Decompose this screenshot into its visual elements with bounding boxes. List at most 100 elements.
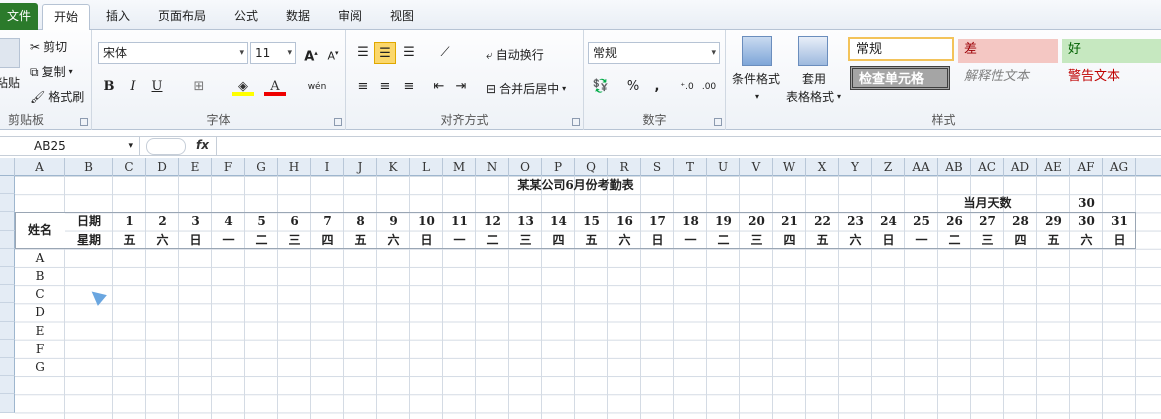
sheet-title[interactable]: 某某公司6月份考勤表 [15,176,1136,194]
column-header[interactable]: S [641,158,674,176]
percent-button[interactable]: % [622,76,644,98]
comma-button[interactable]: , [646,76,668,98]
date-cell[interactable]: 11 [443,212,476,230]
row-header[interactable] [0,303,15,322]
weekday-cell[interactable]: 日 [410,231,443,249]
weekday-label[interactable]: 星期 [65,231,113,249]
decrease-indent-icon[interactable]: ⇤ [428,76,450,98]
fill-color-icon[interactable]: ◈ [232,76,254,96]
font-color-button[interactable]: A [264,76,286,96]
weekday-cell[interactable]: 四 [311,231,344,249]
align-right-icon[interactable]: ≡ [398,76,420,98]
date-cell[interactable]: 5 [245,212,278,230]
weekday-cell[interactable]: 二 [245,231,278,249]
column-header[interactable]: W [773,158,806,176]
row-header[interactable] [0,321,15,340]
column-header[interactable]: AE [1037,158,1070,176]
phonetic-icon[interactable]: wén [306,76,328,98]
date-cell[interactable]: 9 [377,212,410,230]
grow-font-icon[interactable]: A▴ [300,42,322,64]
weekday-cell[interactable]: 日 [179,231,212,249]
style-warning[interactable]: 警告文本 [1062,66,1161,90]
orientation-icon[interactable]: ⟋ [434,42,456,64]
weekday-cell[interactable]: 五 [344,231,377,249]
weekday-cell[interactable]: 三 [971,231,1004,249]
column-header[interactable]: R [608,158,641,176]
style-normal[interactable]: 常规 [848,37,954,61]
date-cell[interactable]: 14 [542,212,575,230]
weekday-cell[interactable]: 六 [146,231,179,249]
weekday-cell[interactable]: 一 [212,231,245,249]
column-header[interactable]: K [377,158,410,176]
column-header[interactable]: AB [938,158,971,176]
column-header[interactable]: Z [872,158,905,176]
row-header[interactable] [0,285,15,304]
formula-input[interactable] [216,137,1161,156]
row-header[interactable] [0,394,15,413]
date-cell[interactable]: 17 [641,212,674,230]
row-header[interactable] [0,194,15,213]
merge-center-button[interactable]: ⊟ 合并后居中 ▾ [486,80,566,97]
date-cell[interactable]: 21 [773,212,806,230]
weekday-cell[interactable]: 六 [608,231,641,249]
tab-home[interactable]: 开始 [42,4,90,31]
date-cell[interactable]: 18 [674,212,707,230]
date-cell[interactable]: 8 [344,212,377,230]
employee-name-cell[interactable]: C [15,285,65,303]
shrink-font-icon[interactable]: A▾ [322,42,344,64]
wrap-text-button[interactable]: ⤶ 自动换行 [486,46,544,63]
tab-data[interactable]: 数据 [278,4,318,30]
column-header[interactable]: A [15,158,65,176]
weekday-cell[interactable]: 一 [443,231,476,249]
date-cell[interactable]: 22 [806,212,839,230]
date-cell[interactable]: 1 [113,212,146,230]
column-header[interactable]: N [476,158,509,176]
employee-name-cell[interactable]: F [15,340,65,358]
weekday-cell[interactable]: 五 [575,231,608,249]
align-left-icon[interactable]: ≡ [352,76,374,98]
weekday-cell[interactable]: 日 [872,231,905,249]
date-cell[interactable]: 4 [212,212,245,230]
bold-button[interactable]: B [98,76,120,98]
column-header[interactable]: D [146,158,179,176]
weekday-cell[interactable]: 四 [773,231,806,249]
copy-button[interactable]: ⧉ 复制 ▾ [30,63,73,80]
column-header[interactable]: X [806,158,839,176]
column-header[interactable]: J [344,158,377,176]
weekday-cell[interactable]: 一 [674,231,707,249]
increase-decimal-icon[interactable]: ⁺.0 [676,76,698,98]
select-all-corner[interactable] [0,158,15,176]
weekday-cell[interactable]: 六 [1070,231,1103,249]
name-header[interactable]: 姓名 [15,212,65,249]
weekday-cell[interactable]: 二 [476,231,509,249]
name-box[interactable]: AB25 ▾ [0,137,140,156]
employee-name-cell[interactable]: A [15,249,65,267]
date-cell[interactable]: 31 [1103,212,1136,230]
column-header[interactable]: Q [575,158,608,176]
column-header[interactable]: T [674,158,707,176]
date-cell[interactable]: 7 [311,212,344,230]
column-header[interactable]: M [443,158,476,176]
weekday-cell[interactable]: 六 [839,231,872,249]
employee-name-cell[interactable]: G [15,358,65,376]
insert-function-button[interactable]: fx [196,138,209,152]
column-header[interactable]: I [311,158,344,176]
row-header[interactable] [0,176,15,195]
date-cell[interactable]: 15 [575,212,608,230]
weekday-cell[interactable]: 日 [1103,231,1136,249]
column-header[interactable]: Y [839,158,872,176]
cut-button[interactable]: ✂ 剪切 [30,38,67,55]
format-as-table-button[interactable]: 表格格式 ▾ [786,88,841,105]
row-header[interactable] [0,358,15,377]
column-header[interactable]: AG [1103,158,1136,176]
date-cell[interactable]: 24 [872,212,905,230]
date-cell[interactable]: 20 [740,212,773,230]
date-cell[interactable]: 26 [938,212,971,230]
column-header[interactable]: AD [1004,158,1037,176]
conditional-format-button[interactable]: 条件格式 [732,70,780,87]
decrease-decimal-icon[interactable]: .00 [698,76,720,98]
align-middle-icon[interactable]: ☰ [374,42,396,64]
chevron-down-icon[interactable]: ▾ [746,86,768,108]
date-cell[interactable]: 28 [1004,212,1037,230]
weekday-cell[interactable]: 二 [938,231,971,249]
